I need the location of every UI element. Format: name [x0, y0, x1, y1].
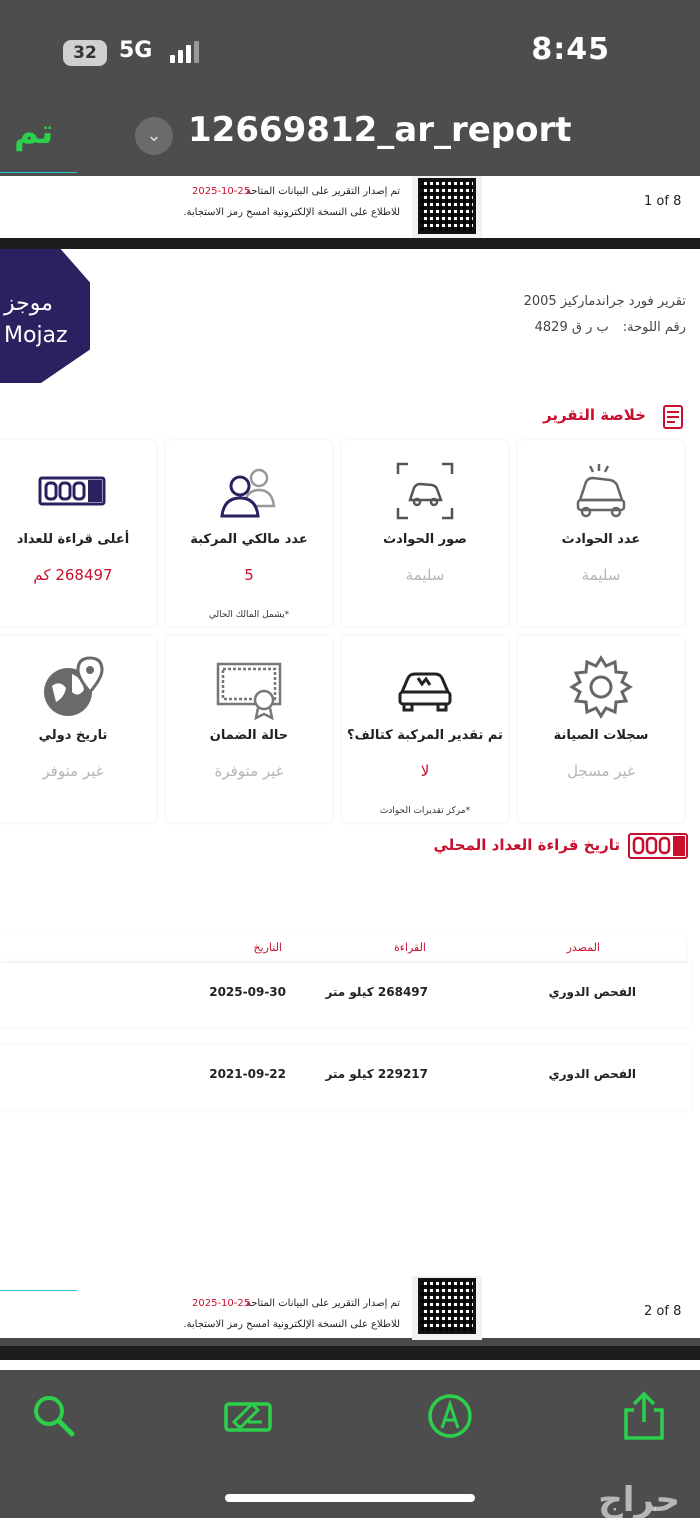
report-title: تقرير فورد جراندماركيز 2005 [523, 294, 686, 309]
status-time: 8:45 [531, 32, 610, 67]
card-label: صور الحوادث [383, 532, 467, 547]
plate-label: رقم اللوحة: [622, 320, 686, 335]
card-note: *يشمل المالك الحالي [208, 610, 290, 620]
accident-photos-card: صور الحوادث سليمة [342, 440, 508, 626]
maintenance-records-card: سجلات الصيانة غير مسجل [518, 636, 684, 822]
plate-row: رقم اللوحة: ب ر ق 4829 [521, 320, 686, 335]
footer-scan-text: للاطلاع على النسخة الإلكترونية امسح رمز … [183, 207, 400, 218]
page-separator [0, 1346, 700, 1360]
cell-reading: 229217 كيلو متر [325, 1067, 428, 1081]
bottom-toolbar: حراج [0, 1370, 700, 1518]
watermark: حراج [598, 1480, 680, 1518]
report-doc-icon [663, 405, 683, 429]
owners-count-card: عدد مالكي المركبة 5 *يشمل المالك الحالي [166, 440, 332, 626]
logo-english: Mojaz [4, 323, 68, 348]
card-value: سليمة [405, 566, 445, 584]
accidents-count-card: عدد الحوادث سليمة [518, 440, 684, 626]
card-label: عدد مالكي المركبة [190, 532, 308, 547]
card-value: غير متوفر [42, 762, 104, 780]
card-value: 268497 كم [33, 566, 113, 584]
footer-date: 2025-10-25 [192, 1298, 251, 1309]
page-separator [0, 238, 700, 249]
qr-code [412, 176, 482, 240]
card-value: غير مسجل [567, 762, 635, 780]
share-icon[interactable] [618, 1390, 670, 1442]
page-number: 1 of 8 [644, 194, 682, 209]
car-crash-icon [576, 464, 626, 518]
cell-source: الفحص الدوري [548, 985, 636, 999]
markup-icon[interactable] [222, 1390, 274, 1442]
card-label: حالة الضمان [209, 728, 289, 743]
odometer-icon [38, 476, 106, 506]
hexagon-decoration [0, 1290, 78, 1350]
signal-icon [170, 41, 200, 63]
footer-date: 2025-10-25 [192, 186, 251, 197]
footer-issue-text: تم إصدار التقرير على البيانات المتاحة [245, 186, 400, 197]
page-footer: تم إصدار التقرير على البيانات المتاحة 20… [0, 1276, 700, 1350]
certificate-icon [216, 662, 282, 721]
globe-pin-icon [44, 656, 104, 716]
table-row: الفحص الدوري 268497 كيلو متر 2025-09-30 [0, 963, 690, 1027]
hexagon-decoration [0, 172, 78, 232]
max-odometer-card: أعلى قراءة للعداد 268497 كم [0, 440, 156, 626]
international-history-card: تاريخ دولي غير متوفر [0, 636, 156, 822]
odometer-history-heading: تاريخ قراءة العداد المحلي [433, 836, 620, 854]
plate-value: ب ر ق 4829 [534, 320, 609, 335]
document-title[interactable]: 12669812_ar_report [188, 110, 572, 150]
gear-icon [569, 655, 633, 719]
qr-code [412, 1276, 482, 1340]
column-date: التاريخ [253, 941, 282, 954]
network-type: 5G [119, 38, 153, 63]
table-row: الفحص الدوري 229217 كيلو متر 2021-09-22 [0, 1045, 690, 1109]
warranty-status-card: حالة الضمان غير متوفرة [166, 636, 332, 822]
card-value: 5 [244, 566, 254, 584]
done-button[interactable]: تم [14, 112, 53, 152]
damaged-car-icon [398, 672, 452, 712]
card-note: *مركز تقديرات الحوادث [379, 806, 471, 816]
card-value: سليمة [581, 566, 621, 584]
logo-arabic: موجز [4, 291, 53, 316]
page-footer: تم إصدار التقرير على البيانات المتاحة 20… [0, 172, 700, 240]
accident-photo-icon [396, 462, 454, 520]
footer-issue-text: تم إصدار التقرير على البيانات المتاحة [245, 1298, 400, 1309]
page-number: 2 of 8 [644, 1304, 682, 1319]
card-label: أعلى قراءة للعداد [16, 532, 130, 547]
table-header: المصدر القراءة التاريخ [0, 936, 686, 962]
cell-date: 2021-09-22 [209, 1067, 286, 1081]
summary-heading: خلاصة التقرير [542, 406, 646, 424]
odometer-icon [628, 833, 688, 859]
search-icon[interactable] [28, 1390, 80, 1442]
card-value: غير متوفرة [214, 762, 284, 780]
column-reading: القراءة [393, 941, 426, 954]
status-bar: 32 5G 8:45 [0, 0, 700, 100]
total-loss-card: تم تقدير المركبة كتالف؟ لا *مركز تقديرات… [342, 636, 508, 822]
cell-reading: 268497 كيلو متر [325, 985, 428, 999]
home-indicator[interactable] [225, 1494, 475, 1502]
annotate-icon[interactable] [424, 1390, 476, 1442]
cell-date: 2025-09-30 [209, 985, 286, 999]
card-label: عدد الحوادث [561, 532, 641, 547]
card-label: تم تقدير المركبة كتالف؟ [347, 728, 503, 743]
card-value: لا [420, 762, 430, 780]
app-header: 32 5G 8:45 تم ⌄ 12669812_ar_report [0, 0, 700, 176]
column-source: المصدر [566, 941, 600, 954]
owners-icon [220, 468, 276, 518]
cell-source: الفحص الدوري [548, 1067, 636, 1081]
card-label: تاريخ دولي [38, 728, 108, 743]
card-label: سجلات الصيانة [553, 728, 649, 743]
battery-indicator: 32 [63, 40, 107, 66]
chevron-down-icon[interactable]: ⌄ [135, 117, 173, 155]
footer-scan-text: للاطلاع على النسخة الإلكترونية امسح رمز … [183, 1319, 400, 1330]
